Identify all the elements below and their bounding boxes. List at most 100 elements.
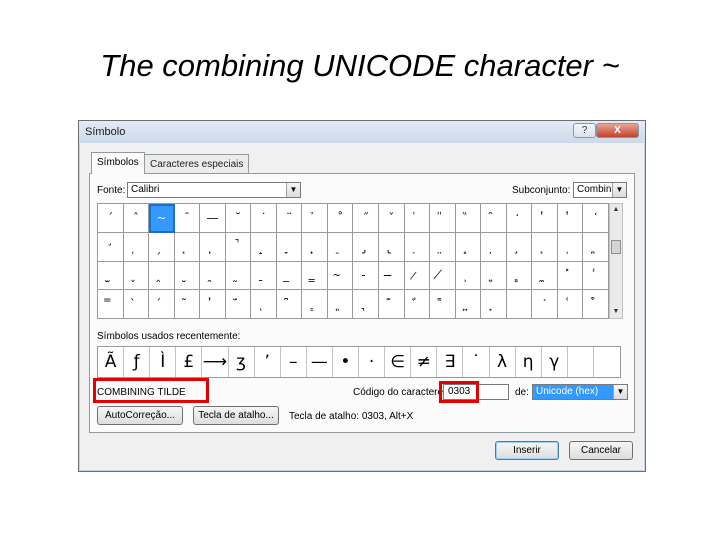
symbol-cell[interactable]: ¯ [174, 204, 201, 233]
symbol-cell[interactable]: ͐ [532, 290, 558, 319]
symbol-cell[interactable]: ̢ [379, 232, 405, 262]
symbol-cell[interactable]: ͆ [276, 290, 303, 319]
symbol-cell[interactable]: ͒ [583, 290, 609, 319]
tab-special-characters[interactable]: Caracteres especiais [144, 154, 250, 174]
recent-symbol-cell[interactable]: ≠ [411, 347, 438, 377]
chevron-down-icon[interactable]: ▼ [613, 385, 627, 399]
recent-symbol-cell[interactable]: ƒ [124, 347, 151, 377]
symbol-cell[interactable]: ͌ [430, 290, 456, 319]
symbol-cell[interactable]: ̣ [404, 232, 431, 262]
symbol-cell[interactable]: ̉ [302, 204, 328, 233]
symbol-cell[interactable]: ̫ [98, 261, 124, 291]
symbol-cell[interactable]: ̨ [532, 232, 558, 262]
symbol-cell[interactable]: ˝ [353, 204, 380, 233]
recent-symbol-cell[interactable]: ˙ [463, 347, 490, 377]
recent-symbol-cell[interactable]: ∃ [437, 347, 464, 377]
help-button[interactable]: ? [573, 123, 596, 138]
tab-symbols[interactable]: Símbolos [91, 152, 145, 174]
symbol-cell[interactable]: ̷ [404, 261, 431, 291]
recent-symbol-cell[interactable]: — [307, 347, 333, 377]
symbol-cell[interactable]: ͂ [174, 290, 201, 319]
recent-symbol-cell[interactable]: ʒ [229, 347, 255, 377]
symbol-cell[interactable]: ͇ [302, 290, 328, 319]
symbol-cell[interactable]: ͎ [481, 290, 507, 319]
chevron-down-icon[interactable]: ▼ [612, 183, 626, 197]
symbol-cell[interactable]: ͏ [506, 290, 533, 319]
symbol-cell[interactable]: ̺ [481, 261, 507, 291]
symbol-cell[interactable]: ͅ [251, 290, 277, 319]
shortcut-key-button[interactable]: Tecla de atalho... [193, 406, 279, 425]
recent-symbol-cell[interactable]: λ [490, 347, 516, 377]
recent-symbol-cell[interactable] [594, 347, 620, 377]
recent-symbol-cell[interactable]: γ [542, 347, 568, 377]
symbol-cell[interactable]: ̛ [98, 232, 124, 262]
symbol-cell[interactable]: ̲ [276, 261, 303, 291]
symbol-cell[interactable]: ̙ [200, 232, 226, 262]
symbol-cell[interactable]: ̰ [225, 261, 252, 291]
symbol-cell[interactable]: ̗ [149, 232, 175, 262]
symbol-cell[interactable]: ´ [98, 204, 124, 233]
recent-symbol-cell[interactable]: ∈ [385, 347, 412, 377]
symbol-cell[interactable]: ̔ [557, 204, 584, 233]
symbol-cell[interactable]: ̘ [174, 232, 201, 262]
symbol-cell[interactable]: ̱ [251, 261, 277, 291]
recent-symbol-cell[interactable]: Ã [98, 347, 125, 377]
recent-symbol-cell[interactable]: ’ [255, 347, 281, 377]
symbol-cell[interactable]: ̍ [404, 204, 431, 233]
symbol-cell[interactable]: ̑ [481, 204, 507, 233]
recent-symbol-cell[interactable]: ⟶ [202, 347, 229, 377]
symbol-cell[interactable]: ̟ [302, 232, 328, 262]
cancel-button[interactable]: Cancelar [569, 441, 633, 460]
symbol-cell[interactable]: ͋ [404, 290, 431, 319]
recent-symbol-cell[interactable]: η [516, 347, 542, 377]
symbol-cell[interactable]: ̈́ [225, 290, 252, 319]
symbol-cell[interactable]: ¨ [276, 204, 303, 233]
recent-symbol-cell[interactable]: – [281, 347, 307, 377]
symbol-cell[interactable]: ̩ [557, 232, 584, 262]
symbol-cell[interactable]: ̕ [583, 204, 609, 233]
symbol-cell[interactable]: ˙ [251, 204, 277, 233]
symbol-cell[interactable]: ̹ [455, 261, 482, 291]
symbol-cell[interactable]: ˘ [225, 204, 252, 233]
symbol-cell[interactable]: ̯ [200, 261, 226, 291]
symbol-cell[interactable]: ̝ [251, 232, 277, 262]
symbol-cell[interactable]: ͍ [455, 290, 482, 319]
code-type-select[interactable]: Unicode (hex) ▼ [532, 384, 628, 400]
dialog-titlebar[interactable]: Símbolo ? X [79, 121, 645, 143]
symbol-cell[interactable]: ̓ [532, 204, 558, 233]
symbol-cell[interactable]: — [200, 204, 226, 233]
symbol-cell[interactable]: ̞ [276, 232, 303, 262]
recent-symbol-cell[interactable]: · [359, 347, 386, 377]
symbol-cell[interactable]: ͈ [327, 290, 354, 319]
symbol-cell[interactable]: ̎ [430, 204, 456, 233]
symbol-cell[interactable]: ́ [149, 290, 175, 319]
recent-symbol-cell[interactable]: £ [176, 347, 203, 377]
symbol-cell[interactable]: ̾ [583, 261, 609, 291]
symbol-cell[interactable]: ̪ [583, 232, 609, 262]
symbol-cell[interactable]: ̮ [174, 261, 201, 291]
symbol-cell[interactable]: ̶ [379, 261, 405, 291]
symbol-cell[interactable]: ̽ [557, 261, 584, 291]
symbol-cell[interactable]: ̴ [327, 261, 354, 291]
symbol-cell-selected[interactable]: ~ [149, 204, 175, 233]
symbol-cell[interactable]: ˇ [379, 204, 405, 233]
symbol-cell[interactable]: ͊ [379, 290, 405, 319]
scroll-up-icon[interactable]: ▲ [610, 204, 622, 216]
recent-symbol-cell[interactable]: • [333, 347, 359, 377]
subset-select[interactable]: Combina ▼ [573, 182, 627, 198]
symbol-grid-scrollbar[interactable]: ▲ ▼ [609, 203, 623, 319]
symbol-cell[interactable]: ̳ [302, 261, 328, 291]
symbol-cell[interactable]: ̼ [532, 261, 558, 291]
symbol-cell[interactable]: ̻ [506, 261, 533, 291]
recent-symbol-cell[interactable]: Ì [150, 347, 177, 377]
symbol-cell[interactable]: ͑ [557, 290, 584, 319]
scroll-thumb[interactable] [611, 240, 621, 254]
symbol-cell[interactable]: ̧ [506, 232, 533, 262]
symbol-grid[interactable]: ´ˆ~¯—˘˙¨̉˚˝ˇ̡̢̧̨̛̜̗̘̙̝̞̟̠̣̤̥̦̩̪̍̎̏̑̒̓̔̕̚… [97, 203, 609, 319]
autocorrect-button[interactable]: AutoCorreção... [97, 406, 183, 425]
symbol-cell[interactable]: ̀ [123, 290, 150, 319]
chevron-down-icon[interactable]: ▼ [286, 183, 300, 197]
recent-symbol-cell[interactable] [568, 347, 594, 377]
symbol-cell[interactable]: ̦ [481, 232, 507, 262]
symbol-cell[interactable]: ̭ [149, 261, 175, 291]
